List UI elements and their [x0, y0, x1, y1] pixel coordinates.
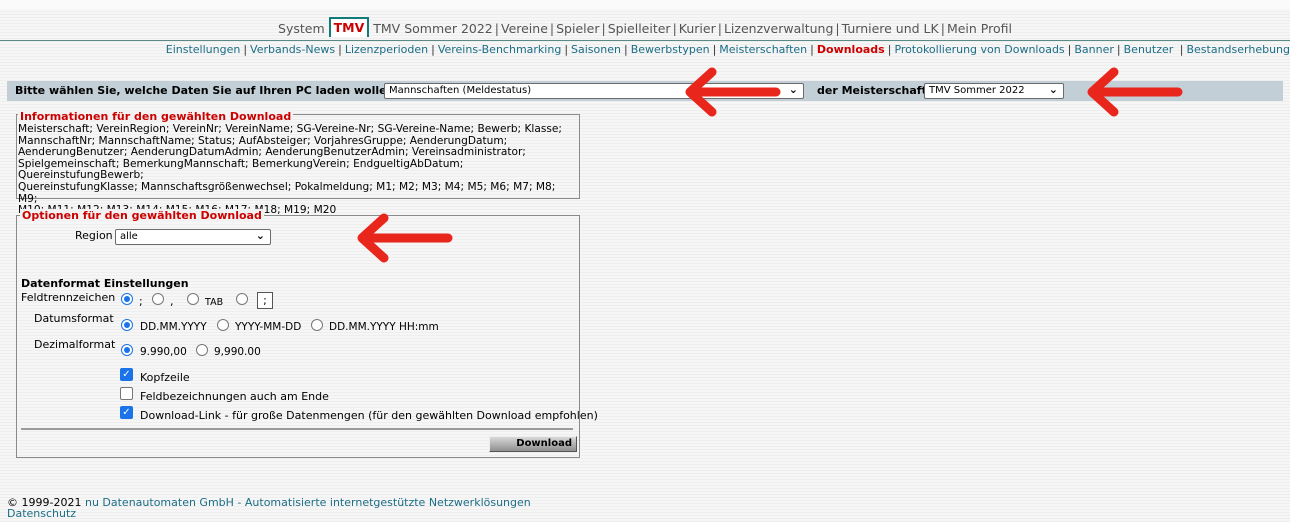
download-link-label: Download-Link - für große Datenmengen (f… — [140, 409, 598, 422]
footer-privacy-link[interactable]: Datenschutz — [7, 507, 76, 520]
field-separator-label: Feldtrennzeichen — [21, 291, 116, 304]
main-nav: System TMV TMV Sommer 2022 | Vereine | Spiel… — [0, 17, 1290, 41]
main-nav-mein-profil[interactable]: Mein Profil — [947, 21, 1012, 36]
sub-nav-banner[interactable]: Banner — [1074, 43, 1114, 56]
nav-separator: | — [601, 21, 606, 36]
main-nav-spielleiter[interactable]: Spielleiter — [608, 21, 671, 36]
field-sep-semicolon-label: ; — [139, 295, 143, 308]
top-strip — [0, 0, 1290, 9]
nav-separator: | — [712, 43, 717, 56]
data-select-value: Mannschaften (Meldestatus) — [389, 85, 532, 96]
info-title: Informationen für den gewählten Download — [18, 110, 294, 123]
field-names-end-checkbox[interactable] — [120, 387, 133, 400]
header-checkbox-label: Kopfzeile — [140, 371, 190, 384]
nav-separator: | — [243, 43, 248, 56]
date-format-datetime-radio[interactable] — [311, 319, 323, 331]
date-format-label: Datumsformat — [34, 312, 114, 325]
field-sep-comma-radio[interactable] — [152, 293, 164, 305]
region-label: Region — [75, 229, 113, 242]
main-nav-turniere-lk[interactable]: Turniere und LK — [842, 21, 939, 36]
download-link-checkbox[interactable]: ✓ — [120, 406, 133, 419]
decimal-format-de-label: 9.990,00 — [140, 346, 187, 358]
field-sep-semicolon-radio[interactable] — [121, 293, 133, 305]
main-nav-tmv-sommer-2022[interactable]: TMV Sommer 2022 — [373, 21, 493, 36]
sub-nav-vereins-benchmarking[interactable]: Vereins-Benchmarking — [438, 43, 562, 56]
main-nav-vereine[interactable]: Vereine — [501, 21, 548, 36]
info-field-list: Meisterschaft; VereinRegion; VereinNr; V… — [18, 123, 578, 217]
chevron-down-icon: ⌄ — [788, 83, 798, 96]
nav-separator: | — [564, 43, 569, 56]
decimal-format-label: Dezimalformat — [34, 338, 116, 351]
field-sep-custom-input[interactable]: ; — [257, 292, 273, 309]
sub-nav-lizenzperioden[interactable]: Lizenzperioden — [345, 43, 428, 56]
field-sep-tab-radio[interactable] — [187, 293, 199, 305]
nav-separator: | — [338, 43, 342, 56]
main-nav-lizenzverwaltung[interactable]: Lizenzverwaltung — [724, 21, 833, 36]
download-button[interactable]: Download — [489, 436, 577, 452]
main-nav-spieler[interactable]: Spieler — [556, 21, 599, 36]
header-checkbox[interactable]: ✓ — [120, 368, 133, 381]
format-heading: Datenformat Einstellungen — [21, 277, 189, 290]
region-select-dropdown[interactable]: alle ⌄ — [115, 229, 271, 245]
nav-separator: | — [887, 43, 892, 56]
chevron-down-icon: ⌄ — [1048, 83, 1058, 96]
sub-nav-verbands-news[interactable]: Verbands-News — [250, 43, 335, 56]
nav-separator: | — [1116, 43, 1121, 56]
arrow-annotation-data-select — [685, 67, 781, 117]
main-nav-kurier[interactable]: Kurier — [679, 21, 716, 36]
chevron-down-icon: ⌄ — [255, 229, 265, 242]
main-nav-system[interactable]: System — [278, 21, 325, 36]
nav-separator: | — [940, 21, 945, 36]
date-format-datetime-label: DD.MM.YYYY HH:mm — [329, 321, 439, 333]
info-line: QuereinstufungKlasse; Mannschaftsgrößenw… — [18, 180, 556, 205]
sub-nav: Einstellungen | Verbands-News | Lizenzperiod… — [0, 43, 1290, 59]
nav-separator: | — [810, 43, 814, 56]
nav-separator: | — [672, 21, 677, 36]
sub-nav-meisterschaften[interactable]: Meisterschaften — [719, 43, 807, 56]
sub-nav-einstellungen[interactable]: Einstellungen — [166, 43, 241, 56]
sub-nav-bestandserhebung[interactable]: Bestandserhebung — [1186, 43, 1290, 56]
nav-separator: | — [431, 43, 435, 56]
decimal-format-de-radio[interactable] — [121, 344, 133, 356]
nav-separator: | — [1176, 43, 1184, 56]
field-sep-custom-radio[interactable] — [236, 293, 248, 305]
decimal-format-en-radio[interactable] — [196, 344, 208, 356]
info-line: Meisterschaft; VereinRegion; VereinNr; V… — [18, 123, 562, 135]
decimal-format-en-label: 9,990.00 — [214, 346, 261, 358]
date-format-iso-label: YYYY-MM-DD — [235, 321, 302, 333]
download-options-box: Optionen für den gewählten Download Regi… — [16, 209, 598, 458]
sub-nav-downloads-current[interactable]: Downloads — [817, 43, 885, 56]
field-sep-tab-label: TAB — [205, 297, 224, 308]
field-sep-comma-label: , — [170, 295, 174, 308]
sub-nav-protokollierung[interactable]: Protokollierung von Downloads — [894, 43, 1064, 56]
nav-separator: | — [494, 21, 499, 36]
data-select-label: Bitte wählen Sie, welche Daten Sie auf I… — [15, 84, 399, 97]
championship-select-value: TMV Sommer 2022 — [929, 85, 1025, 96]
arrow-annotation-championship-select — [1087, 67, 1183, 117]
footer: © 1999-2021 nu Datenautomaten GmbH - Aut… — [7, 497, 531, 519]
download-info-box: Informationen für den gewählten Download… — [16, 110, 580, 216]
sub-nav-benutzer[interactable]: Benutzer — [1124, 43, 1174, 56]
nav-separator: | — [549, 21, 555, 36]
main-nav-tmv-active[interactable]: TMV — [328, 17, 370, 37]
nav-separator: | — [717, 21, 722, 36]
options-divider — [21, 428, 573, 430]
field-names-end-label: Feldbezeichnungen auch am Ende — [140, 390, 329, 403]
nav-separator: | — [835, 21, 840, 36]
footer-company-link[interactable]: nu Datenautomaten GmbH - Automatisierte … — [85, 496, 531, 509]
nav-separator: | — [623, 43, 628, 56]
options-title: Optionen für den gewählten Download — [20, 209, 264, 222]
arrow-annotation-region-select — [357, 213, 453, 263]
sub-nav-saisonen[interactable]: Saisonen — [571, 43, 621, 56]
sub-nav-bewerbstypen[interactable]: Bewerbstypen — [631, 43, 710, 56]
date-format-ddmmyyyy-radio[interactable] — [121, 319, 133, 331]
nav-separator: | — [1067, 43, 1072, 56]
date-format-iso-radio[interactable] — [217, 319, 229, 331]
championship-select-dropdown[interactable]: TMV Sommer 2022 ⌄ — [924, 83, 1064, 99]
championship-label: der Meisterschaft: — [817, 84, 932, 97]
date-format-ddmmyyyy-label: DD.MM.YYYY — [140, 321, 207, 333]
info-line: Spielgemeinschaft; BemerkungMannschaft; … — [18, 157, 464, 182]
region-select-value: alle — [120, 231, 138, 242]
